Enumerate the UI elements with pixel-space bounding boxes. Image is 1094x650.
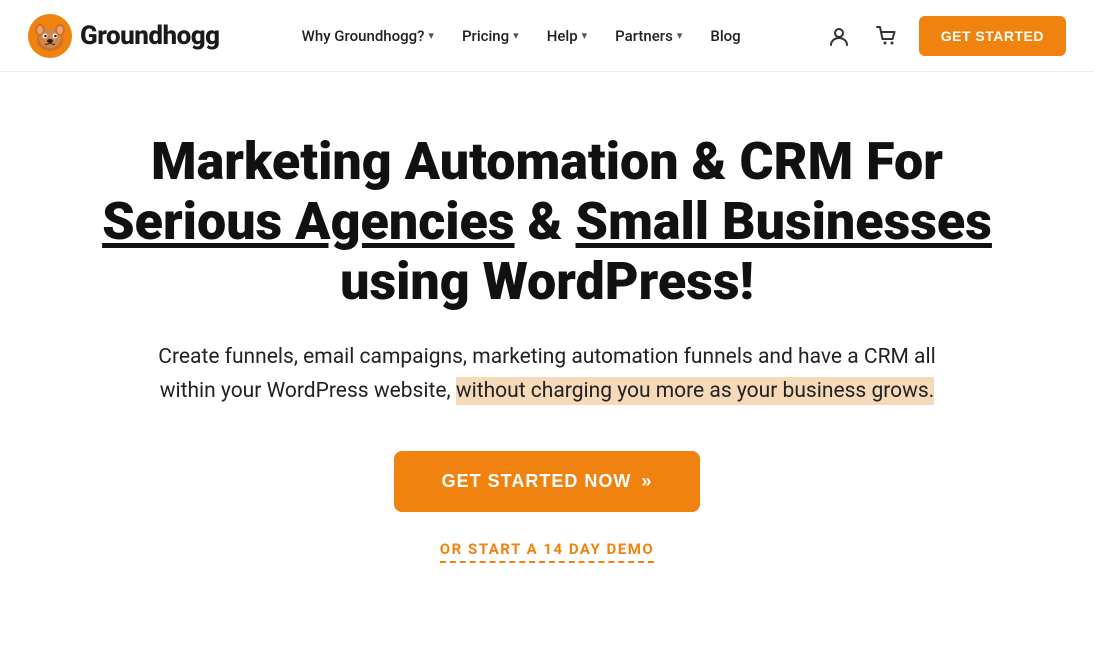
chevron-right-icon: » [641,471,652,492]
nav-item-pricing[interactable]: Pricing ▾ [450,19,531,53]
account-icon[interactable] [823,20,855,52]
hero-subtitle: Create funnels, email campaigns, marketi… [147,341,947,408]
hero-title-underline2: Small Businesses [576,191,992,252]
nav-label-blog: Blog [710,27,740,45]
nav-label-why: Why Groundhogg? [302,27,425,45]
chevron-down-icon: ▾ [677,29,683,42]
nav-item-blog[interactable]: Blog [698,19,752,53]
navbar-right: GET STARTED [823,16,1066,56]
chevron-down-icon: ▾ [513,29,519,42]
hero-title-underline1: Serious Agencies [102,191,514,252]
demo-link[interactable]: OR START A 14 DAY DEMO [440,540,654,558]
hero-title-part1: Marketing Automation & CRM For [151,131,943,192]
hero-title: Marketing Automation & CRM For Serious A… [80,132,1014,311]
nav-item-partners[interactable]: Partners ▾ [603,19,694,53]
cart-icon[interactable] [871,20,903,52]
navbar: Groundhogg Why Groundhogg? ▾ Pricing ▾ H… [0,0,1094,72]
navbar-brand: Groundhogg [28,14,220,58]
chevron-down-icon: ▾ [582,29,588,42]
get-started-hero-button[interactable]: GET STARTED NOW » [394,451,701,512]
hero-subtitle-highlight: without charging you more as your busine… [456,377,934,405]
get-started-nav-button[interactable]: GET STARTED [919,16,1066,56]
nav-label-pricing: Pricing [462,27,509,45]
hero-section: Marketing Automation & CRM For Serious A… [0,72,1094,598]
nav-label-help: Help [547,27,578,45]
get-started-hero-label: GET STARTED NOW [442,471,632,492]
nav-item-help[interactable]: Help ▾ [535,19,599,53]
navbar-nav: Why Groundhogg? ▾ Pricing ▾ Help ▾ Partn… [290,19,753,53]
demo-link-label: OR START A 14 DAY DEMO [440,540,654,563]
nav-item-why-groundhogg[interactable]: Why Groundhogg? ▾ [290,19,446,53]
groundhogg-logo-icon [28,14,72,58]
nav-label-partners: Partners [615,27,673,45]
chevron-down-icon: ▾ [428,29,434,42]
brand-name: Groundhogg [80,21,220,51]
hero-title-part3: using WordPress! [340,251,754,312]
hero-title-part2: & [515,191,576,252]
